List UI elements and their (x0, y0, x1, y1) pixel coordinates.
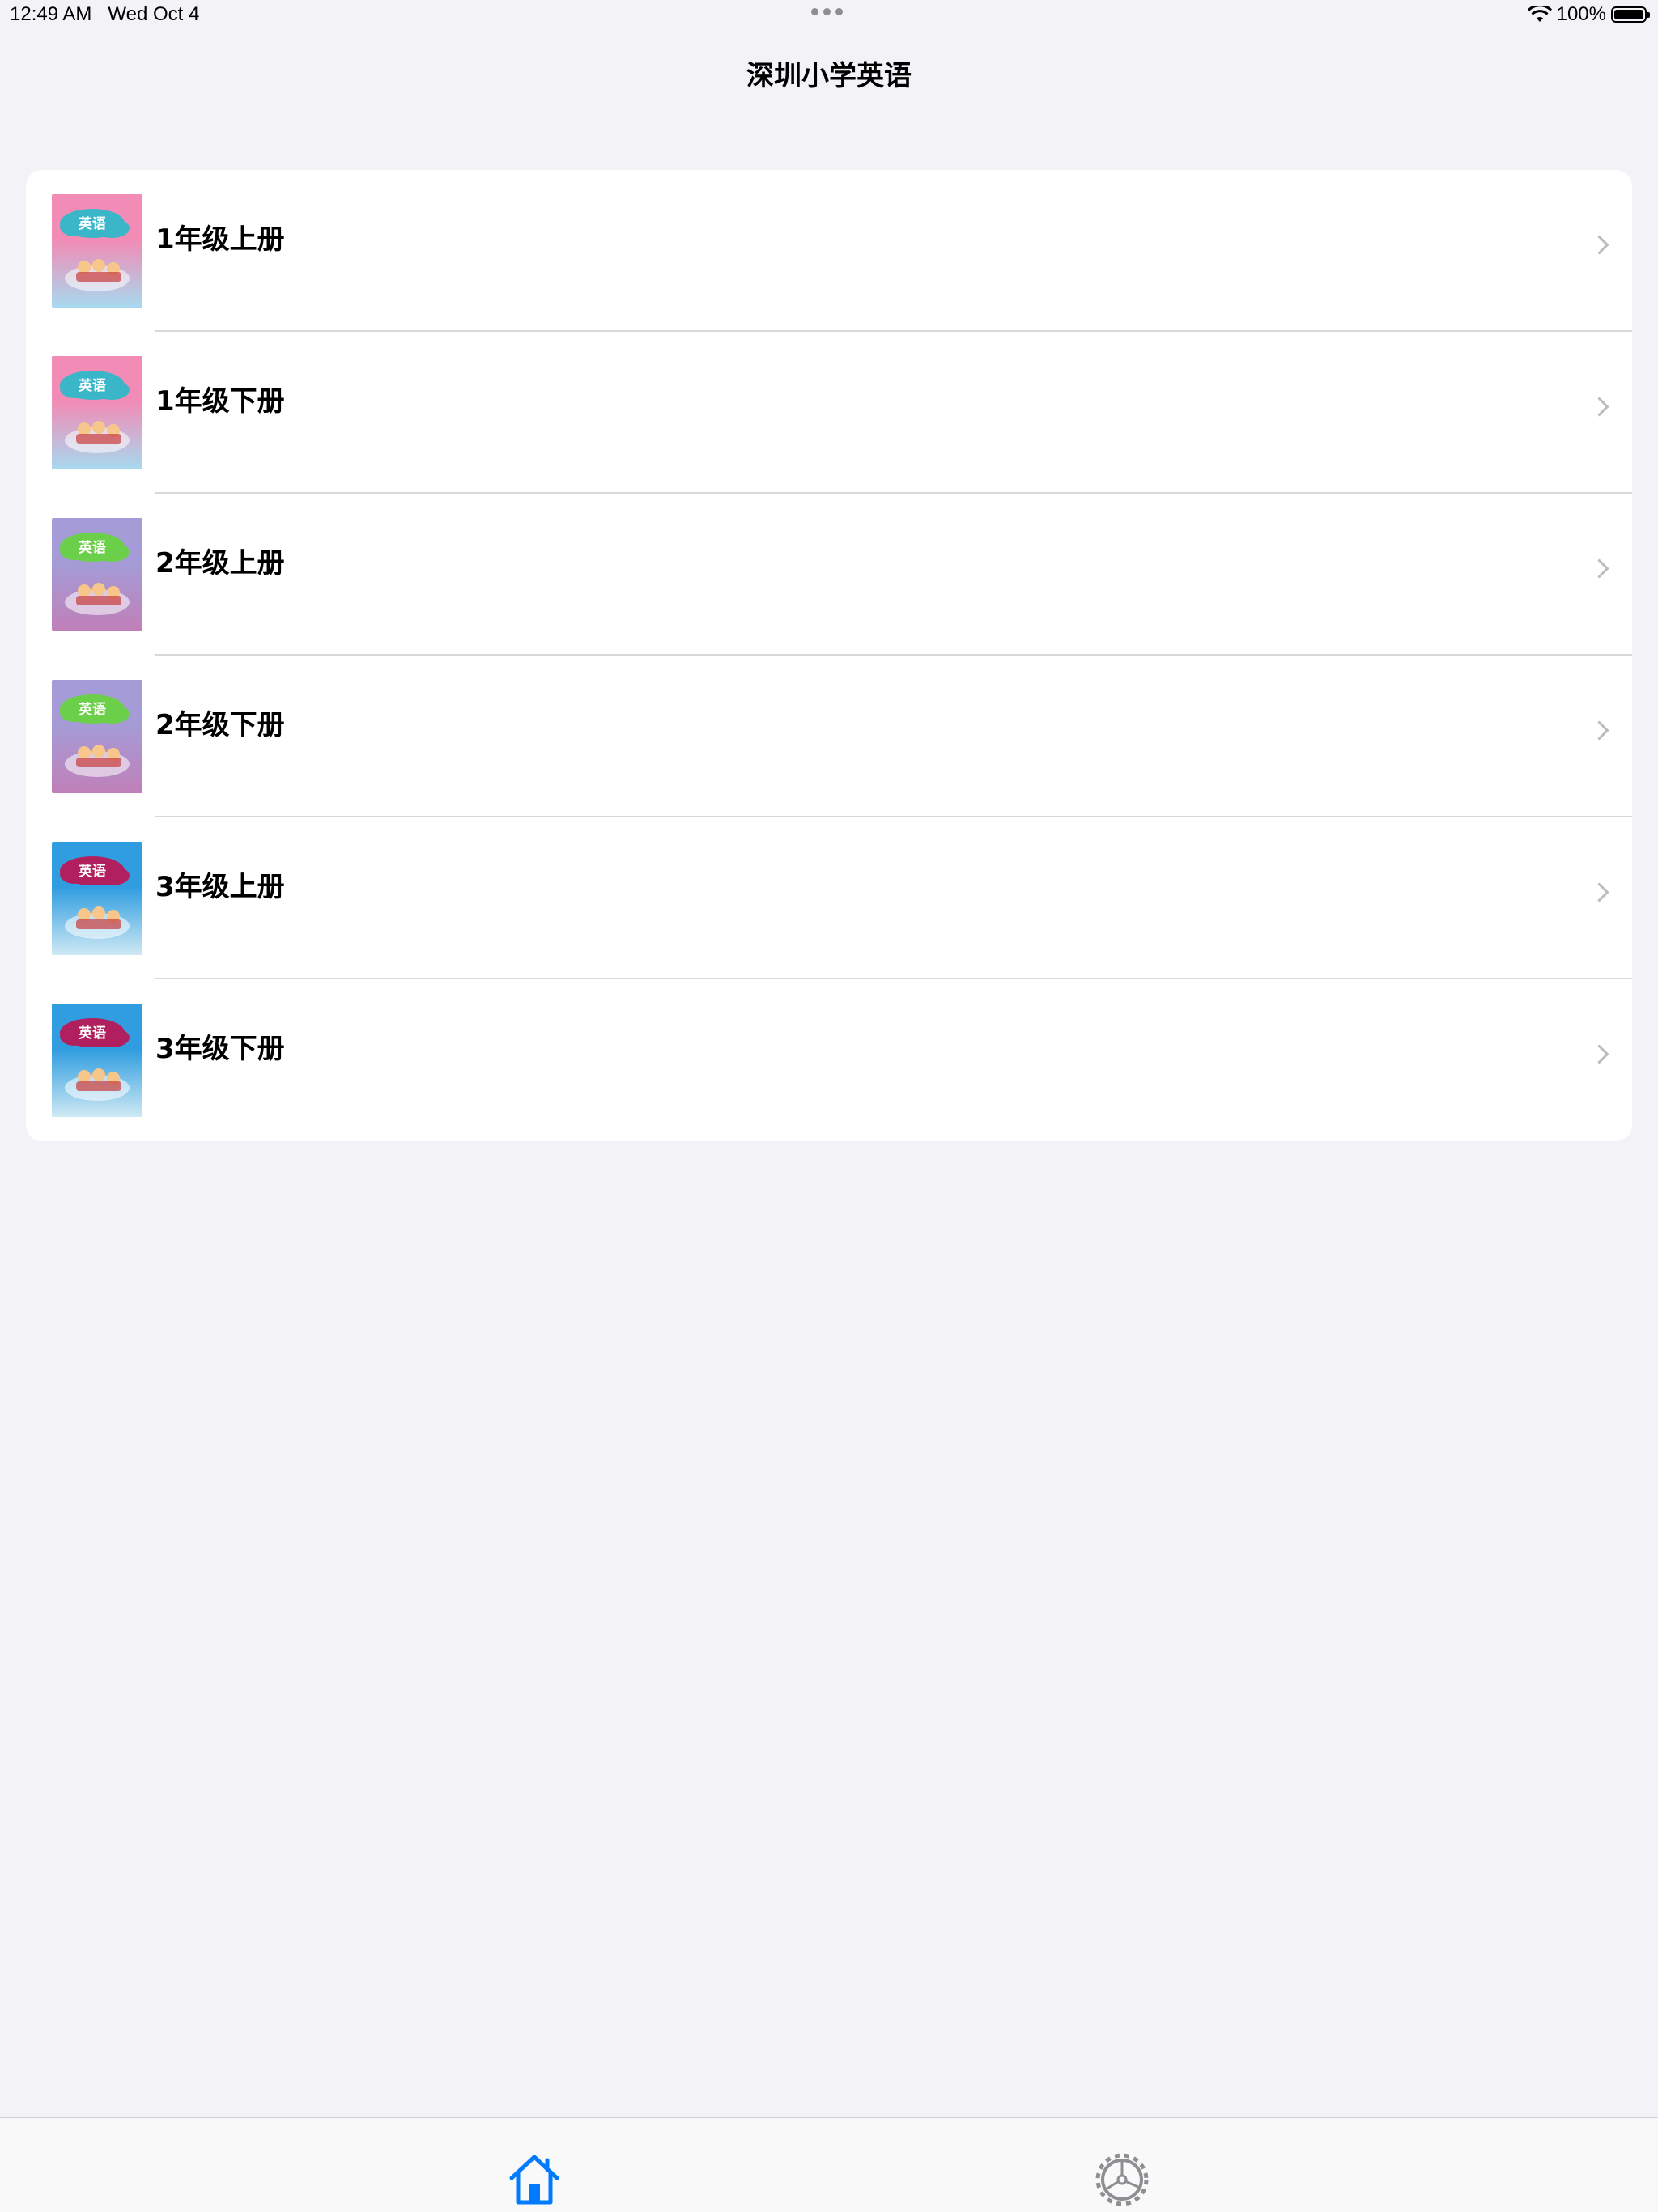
tab-bar (0, 2117, 1658, 2212)
book-cover-thumbnail: 英语 (52, 680, 142, 793)
grade-row[interactable]: 英语 3年级上册 (26, 817, 1632, 979)
home-icon (509, 2155, 559, 2205)
cover-title: 英语 (79, 701, 106, 718)
chevron-right-icon (1589, 558, 1609, 579)
chevron-right-icon (1589, 235, 1609, 255)
status-date: Wed Oct 4 (108, 3, 200, 25)
grade-label: 2年级下册 (155, 709, 285, 741)
cover-title: 英语 (79, 215, 106, 232)
status-time: 12:49 AM (10, 3, 92, 25)
grade-label: 1年级上册 (155, 223, 285, 256)
cover-title: 英语 (79, 539, 106, 556)
battery-percent: 100% (1556, 3, 1606, 25)
book-cover-thumbnail: 英语 (52, 356, 142, 469)
wifi-icon (1527, 6, 1552, 22)
cover-title: 英语 (79, 863, 106, 880)
chevron-right-icon (1589, 397, 1609, 417)
page-title: 深圳小学英语 (746, 60, 912, 92)
grade-row[interactable]: 英语 2年级上册 (26, 494, 1632, 656)
book-cover-thumbnail: 英语 (52, 194, 142, 308)
grade-row[interactable]: 英语 1年级下册 (26, 332, 1632, 494)
status-indicators: 100% (1527, 3, 1650, 26)
grade-label: 3年级下册 (155, 1033, 285, 1065)
chevron-right-icon (1589, 720, 1609, 741)
cover-title: 英语 (79, 1025, 106, 1042)
grade-list: 英语 1年级上册 英语 1年级下册 英语 2年级上册 英语 2年级下册 英语 3年级上册 英语 3年级… (26, 170, 1632, 1141)
chevron-right-icon (1589, 882, 1609, 902)
book-cover-thumbnail: 英语 (52, 842, 142, 955)
battery-icon (1611, 6, 1650, 23)
book-cover-thumbnail: 英语 (52, 518, 142, 631)
grade-label: 3年级上册 (155, 871, 285, 903)
grade-label: 1年级下册 (155, 385, 285, 418)
status-time-date: 12:49 AM Wed Oct 4 (10, 3, 215, 26)
chevron-right-icon (1589, 1044, 1609, 1064)
gear-icon (1095, 2153, 1149, 2206)
book-cover-thumbnail: 英语 (52, 1004, 142, 1117)
grade-row[interactable]: 英语 1年级上册 (26, 170, 1632, 332)
status-bar: 12:49 AM Wed Oct 4 100% (0, 0, 1658, 32)
tab-home[interactable] (505, 2149, 563, 2207)
grade-row[interactable]: 英语 2年级下册 (26, 656, 1632, 817)
grade-label: 2年级上册 (155, 547, 285, 580)
tab-settings[interactable] (1093, 2149, 1151, 2207)
multitasking-dots-icon[interactable] (811, 8, 843, 15)
grade-row[interactable]: 英语 3年级下册 (26, 979, 1632, 1141)
cover-title: 英语 (79, 377, 106, 394)
